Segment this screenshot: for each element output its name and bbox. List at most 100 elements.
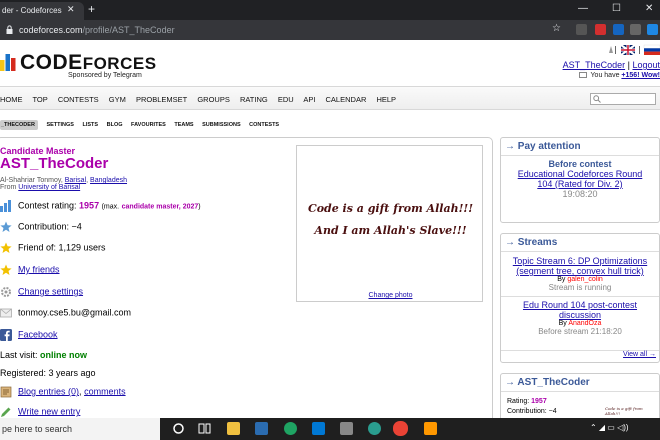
edge-icon[interactable]	[368, 422, 381, 435]
stream-1-author-link[interactable]: galen_colin	[567, 276, 602, 283]
stream-1-link[interactable]: Topic Stream 6: DP Optimizations (segmen…	[501, 256, 659, 276]
stream-2-status: Before stream 21:18:20	[538, 327, 622, 336]
new-tab-button[interactable]: +	[88, 3, 95, 15]
change-settings-link[interactable]: Change settings	[18, 286, 83, 296]
submenu-item-submissions[interactable]: SUBMISSIONS	[202, 122, 241, 128]
extension-icon[interactable]	[576, 24, 587, 35]
bookmark-star-icon[interactable]: ☆	[552, 23, 561, 34]
last-visit-label: Last visit:	[0, 350, 38, 360]
city-link[interactable]: Barisal	[65, 177, 86, 184]
stream-1-status: Stream is running	[548, 283, 612, 292]
change-photo-link[interactable]: Change photo	[297, 292, 484, 299]
registered-row: Registered: 3 years ago	[0, 368, 96, 378]
menu-item-contests[interactable]: CONTESTS	[58, 95, 99, 104]
menu-item-groups[interactable]: GROUPS	[197, 95, 230, 104]
logo-text-main: CODE	[20, 51, 83, 74]
menu-item-api[interactable]: API	[303, 95, 315, 104]
contribution-text: Contribution: −4	[18, 221, 82, 232]
sublime-icon[interactable]	[424, 422, 437, 435]
submenu-item-lists[interactable]: LISTS	[83, 122, 99, 128]
system-tray[interactable]: ⌃ ◢ ▭ ◁))	[590, 423, 629, 432]
write-new-entry-link[interactable]: Write new entry	[18, 406, 80, 416]
country-link[interactable]: Bangladesh	[90, 177, 127, 184]
store-icon[interactable]	[255, 422, 268, 435]
user-summary-box: → AST_TheCoder Rating: 1957 Contribution…	[500, 373, 660, 418]
mail-icon[interactable]	[312, 422, 325, 435]
submenu-item-profile[interactable]: _THECODER	[0, 120, 38, 130]
main-menu: HOME TOP CONTESTS GYM PROBLEMSET GROUPS …	[0, 86, 660, 110]
calculator-icon[interactable]	[340, 422, 353, 435]
my-friends-row: My friends	[0, 264, 60, 276]
url-field[interactable]: codeforces.com/profile/AST_TheCoder	[19, 24, 175, 36]
menu-item-problemset[interactable]: PROBLEMSET	[136, 95, 187, 104]
extension-icon[interactable]	[613, 24, 624, 35]
pay-attention-box: → Pay attention Before contest Education…	[500, 137, 660, 223]
contest-link[interactable]: Educational Codeforces Round 104 (Rated …	[501, 169, 659, 189]
app-icon[interactable]	[284, 422, 297, 435]
user-summary-stats: Rating: 1957 Contribution: −4	[507, 397, 557, 417]
online-status: online now	[40, 350, 88, 360]
pay-attention-header: → Pay attention	[501, 138, 659, 156]
tab-close-icon[interactable]: ✕	[67, 4, 75, 14]
menu-item-help[interactable]: HELP	[376, 95, 396, 104]
friend-of-row: Friend of: 1,129 users	[0, 242, 106, 254]
menu-item-gym[interactable]: GYM	[109, 95, 126, 104]
organization-link[interactable]: University of Barisal	[18, 184, 80, 191]
gold-star-icon	[0, 264, 12, 275]
minimize-button[interactable]: —	[578, 3, 588, 15]
search-icon	[593, 95, 601, 103]
user-links: AST_TheCoder | Logout	[563, 60, 660, 70]
blog-row: Blog entries (0), comments	[0, 386, 126, 398]
envelope-icon[interactable]	[578, 72, 587, 79]
comments-link[interactable]: comments	[84, 386, 126, 396]
header-profile-link[interactable]: AST_TheCoder	[563, 60, 626, 70]
file-explorer-icon[interactable]	[227, 422, 240, 435]
blog-icon	[0, 386, 12, 398]
extension-icon[interactable]	[647, 24, 658, 35]
my-friends-link[interactable]: My friends	[18, 264, 60, 274]
pay-attention-title: Pay attention	[517, 141, 581, 152]
submenu-item-settings[interactable]: SETTINGS	[46, 122, 74, 128]
page-content: CODEFORCES Sponsored by Telegram AST_The…	[0, 40, 660, 418]
url-host: codeforces.com	[19, 25, 83, 35]
have-count-link[interactable]: +156! Wow!	[621, 72, 660, 79]
menu-item-calendar[interactable]: CALENDAR	[326, 95, 367, 104]
maximize-button[interactable]: ☐	[612, 3, 621, 15]
summary-photo[interactable]: Code is a gift from Allah!!!	[605, 406, 659, 416]
gear-icon	[1, 287, 11, 297]
task-view-icon[interactable]	[198, 422, 211, 435]
menu-item-edu[interactable]: EDU	[278, 95, 294, 104]
chrome-icon[interactable]	[393, 421, 408, 436]
close-window-button[interactable]: ✕	[645, 3, 653, 15]
submenu-item-blog[interactable]: BLOG	[107, 122, 123, 128]
codeforces-logo-icon[interactable]	[0, 53, 16, 71]
contribution-row: Contribution: −4	[0, 221, 82, 233]
before-contest-label: Before contest	[548, 159, 612, 169]
contest-countdown: 19:08:20	[562, 189, 598, 199]
url-path: /profile/AST_TheCoder	[82, 25, 175, 35]
pdf-extension-icon[interactable]	[595, 24, 606, 35]
facebook-row: Facebook	[0, 329, 58, 341]
extension-icon[interactable]	[630, 24, 641, 35]
arrow-icon: →	[505, 141, 515, 152]
profile-photo[interactable]: Code is a gift from Allah!!! And I am Al…	[303, 198, 478, 242]
facebook-link[interactable]: Facebook	[18, 329, 58, 339]
cortana-icon[interactable]	[172, 422, 185, 435]
submenu-item-favourites[interactable]: FAVOURITES	[131, 122, 166, 128]
logout-link[interactable]: Logout	[632, 60, 660, 70]
logo-text-rest: FORCES	[82, 54, 157, 73]
rating-row: Contest rating: 1957 (max. candidate mas…	[0, 200, 201, 212]
submenu-item-contests[interactable]: CONTESTS	[249, 122, 279, 128]
menu-item-top[interactable]: TOP	[32, 95, 47, 104]
view-all-streams-link[interactable]: View all →	[501, 350, 659, 358]
taskbar-search-input[interactable]: pe here to search	[0, 418, 160, 440]
menu-item-home[interactable]: HOME	[0, 95, 23, 104]
rating-label: Contest rating:	[18, 200, 77, 211]
submenu-item-teams[interactable]: TEAMS	[174, 122, 193, 128]
stream-2-author-link[interactable]: AnandOza	[568, 320, 601, 327]
menu-item-rating[interactable]: RATING	[240, 95, 268, 104]
search-input[interactable]	[590, 93, 656, 105]
stream-2-link[interactable]: Edu Round 104 post-contest discussion	[501, 300, 659, 320]
user-real-name: Al-Shahriar Tonmoy,	[0, 177, 63, 184]
blog-entries-link[interactable]: Blog entries (0)	[18, 386, 79, 396]
